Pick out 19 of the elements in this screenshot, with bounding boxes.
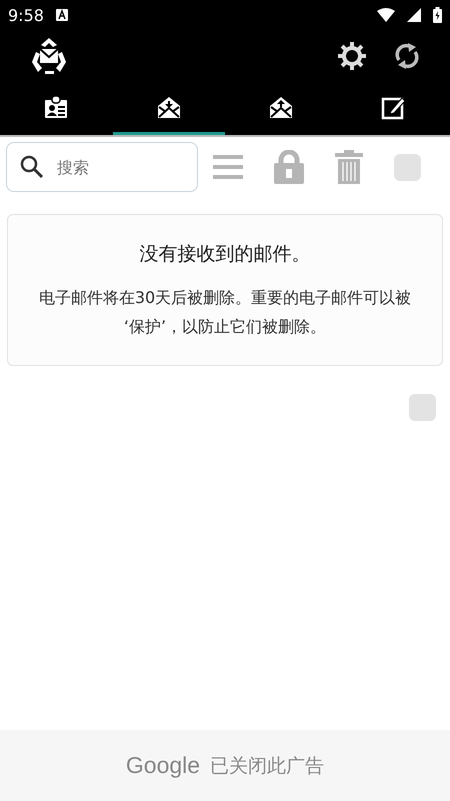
keyboard-icon bbox=[56, 9, 68, 21]
ad-brand: Google bbox=[126, 752, 200, 779]
wifi-icon bbox=[377, 8, 395, 22]
recycle-envelope-icon bbox=[30, 37, 68, 75]
checkbox[interactable] bbox=[409, 394, 436, 421]
empty-title: 没有接收到的邮件。 bbox=[138, 242, 312, 267]
ad-closed-text: 已关闭此广告 bbox=[210, 754, 324, 778]
battery-icon bbox=[433, 7, 442, 23]
signal-icon bbox=[407, 8, 421, 22]
checkbox[interactable] bbox=[394, 154, 421, 180]
settings-icon[interactable] bbox=[338, 42, 366, 70]
envelope-down-arrow-icon bbox=[156, 94, 182, 120]
status-time: 9:58 bbox=[8, 6, 44, 24]
envelope-up-arrow-icon bbox=[268, 94, 294, 120]
empty-message: 电子邮件将在30天后被删除。重要的电子邮件可以被 ‘保护’，以防止它们被删除。 bbox=[38, 287, 412, 338]
id-badge-icon bbox=[43, 94, 70, 120]
search-field[interactable]: 搜索 bbox=[6, 142, 198, 192]
refresh-icon[interactable] bbox=[394, 42, 420, 70]
search-icon bbox=[20, 155, 44, 179]
